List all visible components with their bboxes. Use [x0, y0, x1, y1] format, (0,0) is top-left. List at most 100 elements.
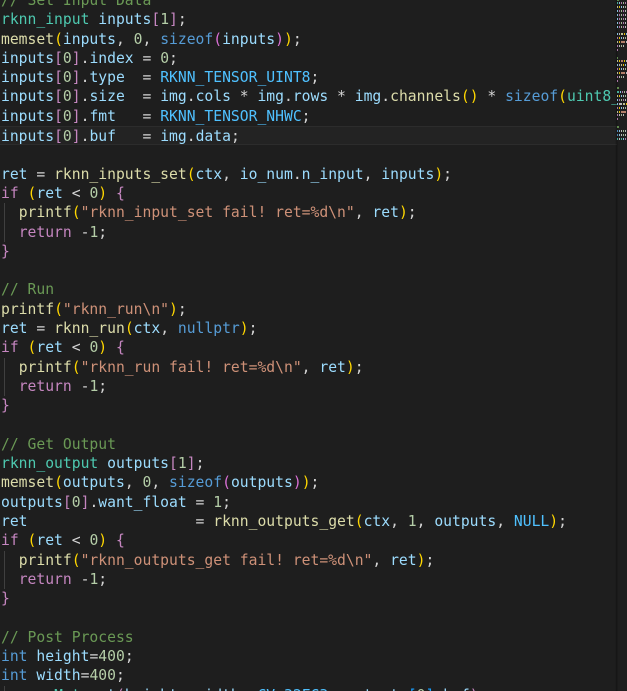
- code-line[interactable]: int height=400;: [0, 647, 617, 666]
- code-line[interactable]: inputs[0].fmt = RKNN_TENSOR_NHWC;: [0, 107, 617, 126]
- minimap-line: [617, 25, 627, 29]
- code-line[interactable]: return -1;: [0, 376, 617, 397]
- minimap-token: [621, 14, 622, 17]
- minimap-token: [617, 110, 618, 113]
- code-line[interactable]: outputs[0].want_float = 1;: [0, 493, 617, 512]
- code-line[interactable]: // Get Output: [0, 435, 617, 454]
- minimap-token: [617, 75, 618, 78]
- minimap[interactable]: [617, 0, 627, 690]
- type-token: rknn_input: [1, 11, 90, 29]
- code-line[interactable]: return -1;: [0, 222, 617, 243]
- code-line-blank[interactable]: [0, 609, 617, 628]
- code-line[interactable]: int width=400;: [0, 666, 617, 685]
- minimap-token: [623, 44, 624, 47]
- minimap-line: [617, 95, 627, 98]
- code-line[interactable]: ret = rknn_inputs_set(ctx, io_num.n_inpu…: [0, 165, 617, 184]
- minimap-token: [625, 14, 626, 17]
- minimap-token: [623, 114, 624, 117]
- minimap-token: [619, 102, 622, 105]
- minimap-line: [617, 133, 627, 137]
- code-line[interactable]: inputs[0].size = img.cols * img.rows * i…: [0, 87, 617, 106]
- control-keyword-token: if: [1, 184, 19, 202]
- minimap-token: [617, 37, 618, 40]
- code-line[interactable]: }: [0, 396, 617, 415]
- minimap-token: [623, 106, 624, 109]
- code-line[interactable]: // Post Process: [0, 628, 617, 647]
- code-line-blank[interactable]: [0, 145, 617, 164]
- minimap-line: [617, 17, 627, 21]
- minimap-token: [623, 17, 624, 20]
- minimap-token: [617, 79, 618, 82]
- code-line[interactable]: if (ret < 0) {: [0, 338, 617, 357]
- minimap-line: [617, 87, 627, 90]
- minimap-token: [619, 21, 620, 24]
- code-line[interactable]: printf("rknn_run\n");: [0, 300, 617, 319]
- code-line[interactable]: printf("rknn_outputs_get fail! ret=%d\n"…: [0, 550, 617, 571]
- minimap-line: [617, 102, 627, 106]
- comment-token: // Set Input Data: [1, 0, 152, 9]
- code-line[interactable]: rknn_input inputs[1];: [0, 10, 617, 29]
- code-line[interactable]: cv::Mat out(height, width, CV_32FC3, out…: [0, 685, 617, 691]
- minimap-token: [621, 68, 622, 71]
- minimap-token: [625, 133, 626, 136]
- code-line[interactable]: rknn_output outputs[1];: [0, 454, 617, 473]
- code-line-blank[interactable]: [0, 261, 617, 280]
- code-line[interactable]: return -1;: [0, 569, 617, 590]
- minimap-token: [625, 21, 626, 24]
- minimap-token: [625, 2, 626, 5]
- minimap-token: [617, 44, 618, 47]
- minimap-token: [621, 44, 622, 47]
- minimap-token: [625, 17, 626, 20]
- code-line[interactable]: ret = rknn_run(ctx, nullptr);: [0, 319, 617, 338]
- minimap-token: [619, 114, 620, 117]
- minimap-token: [624, 60, 625, 63]
- minimap-token: [619, 98, 620, 101]
- code-line[interactable]: inputs[0].type = RKNN_TENSOR_UINT8;: [0, 68, 617, 87]
- code-line[interactable]: memset(outputs, 0, sizeof(outputs));: [0, 473, 617, 492]
- minimap-token: [621, 71, 625, 74]
- code-line-blank[interactable]: [0, 416, 617, 435]
- code-surface[interactable]: // Set Input Data rknn_input inputs[1]; …: [0, 0, 617, 691]
- minimap-token: [623, 137, 624, 140]
- minimap-line: [617, 64, 627, 67]
- minimap-token: [617, 87, 619, 90]
- minimap-token: [619, 129, 620, 132]
- minimap-token: [617, 64, 618, 67]
- code-line[interactable]: }: [0, 589, 617, 608]
- code-line[interactable]: if (ret < 0) {: [0, 531, 617, 550]
- minimap-line: [617, 33, 627, 36]
- code-line[interactable]: // Set Input Data: [0, 0, 617, 10]
- minimap-token: [619, 10, 620, 13]
- minimap-token: [619, 106, 620, 109]
- minimap-token: [617, 6, 618, 9]
- minimap-token: [617, 98, 618, 101]
- minimap-token: [617, 48, 618, 51]
- code-line[interactable]: ret = rknn_outputs_get(ctx, 1, outputs, …: [0, 512, 617, 531]
- minimap-token: [617, 56, 618, 59]
- code-line[interactable]: // Run: [0, 280, 617, 299]
- minimap-line: [617, 129, 627, 133]
- minimap-token: [619, 2, 620, 5]
- code-line[interactable]: printf("rknn_input_set fail! ret=%d\n", …: [0, 203, 617, 223]
- minimap-token: [619, 137, 620, 140]
- code-editor[interactable]: // Set Input Data rknn_input inputs[1]; …: [0, 0, 627, 691]
- minimap-token: [623, 25, 624, 28]
- minimap-line: [617, 37, 627, 40]
- minimap-token: [619, 133, 620, 136]
- keyword-token: sizeof: [160, 30, 214, 48]
- code-line[interactable]: inputs[0].index = 0;: [0, 49, 617, 68]
- minimap-token: [617, 102, 618, 105]
- minimap-token: [620, 91, 621, 94]
- code-line[interactable]: memset(inputs, 0, sizeof(inputs));: [0, 30, 617, 49]
- code-line[interactable]: }: [0, 242, 617, 261]
- code-line[interactable]: printf("rknn_run fail! ret=%d\n", ret);: [0, 357, 617, 378]
- minimap-gutter[interactable]: [617, 0, 627, 691]
- minimap-line: [617, 41, 627, 44]
- code-line-current[interactable]: inputs[0].buf = img.data;: [0, 126, 617, 146]
- code-line[interactable]: if (ret < 0) {: [0, 184, 617, 203]
- minimap-token: [623, 6, 624, 9]
- minimap-token: [621, 110, 626, 113]
- minimap-token: [625, 137, 626, 140]
- minimap-token: [621, 6, 622, 9]
- minimap-token: [621, 33, 623, 36]
